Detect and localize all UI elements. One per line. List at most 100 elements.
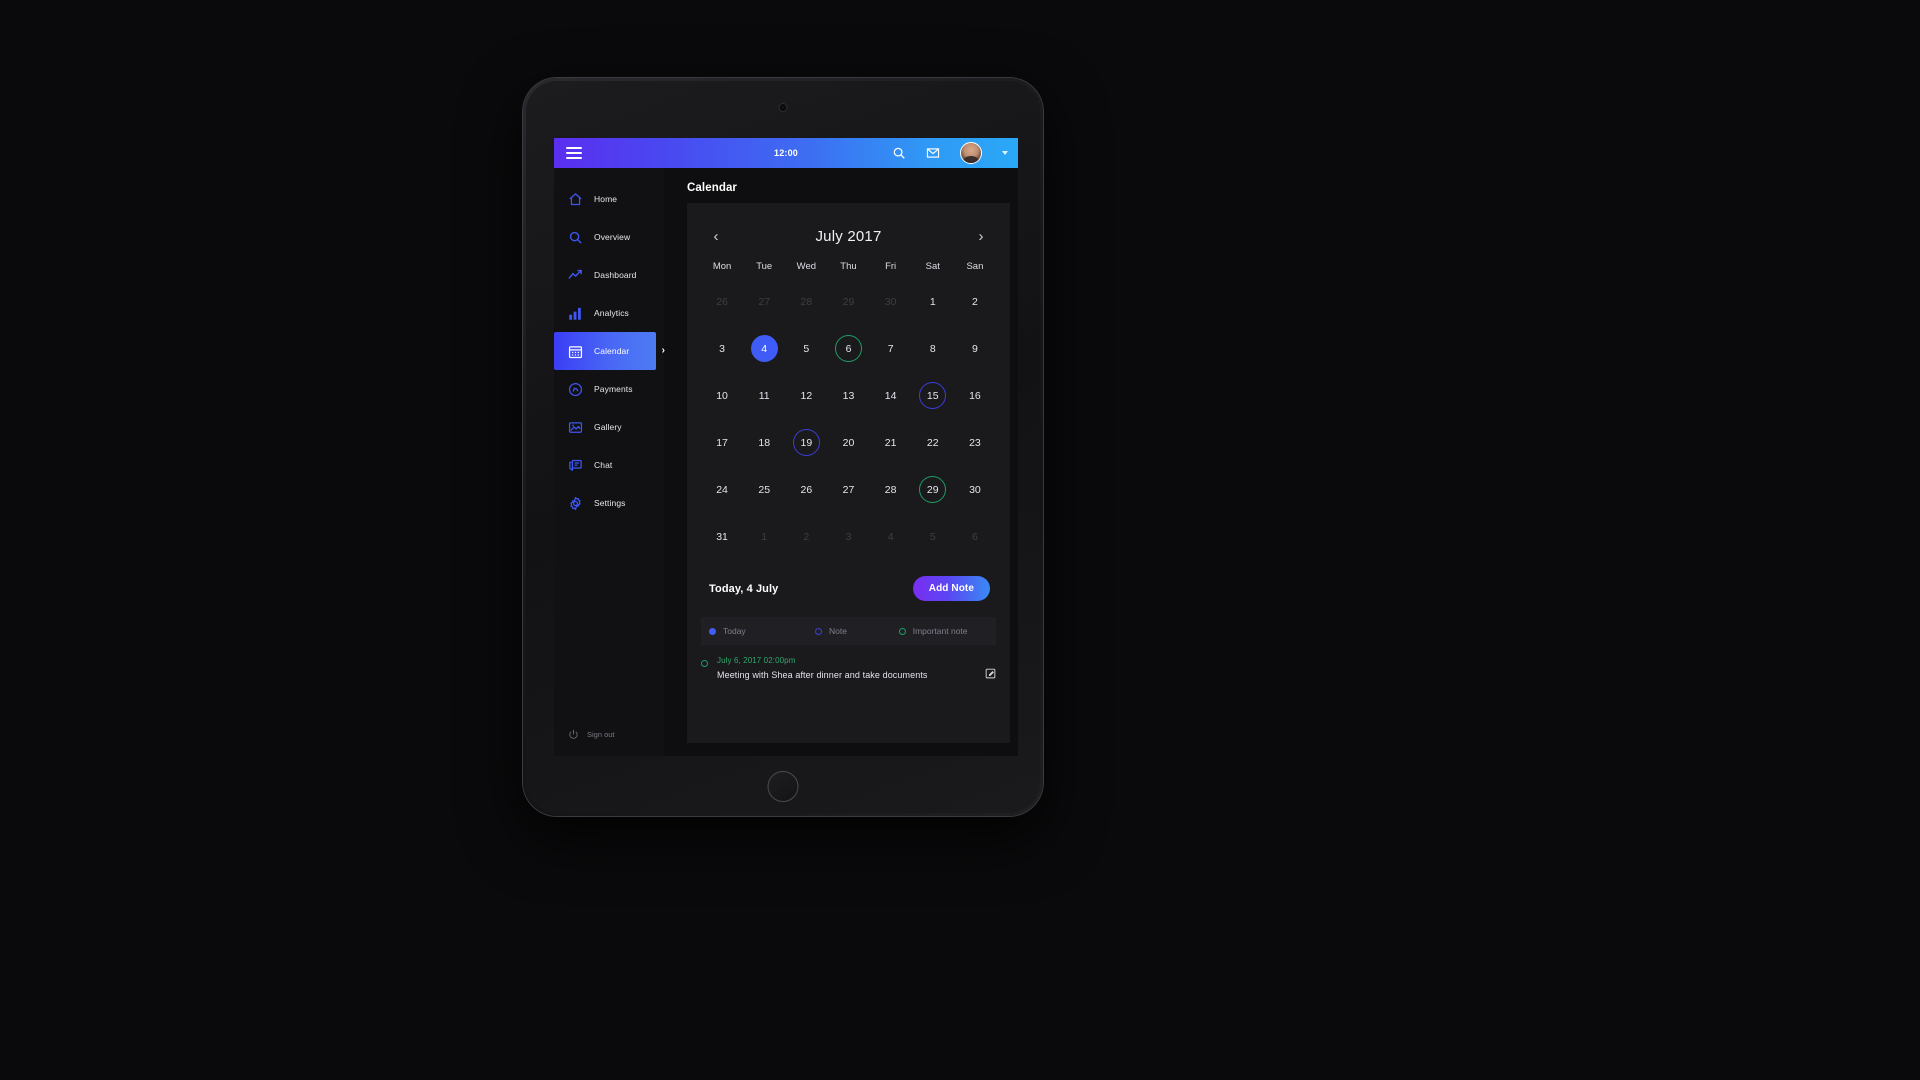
weekday-header: Mon Tue Wed Thu Fri Sat San (687, 245, 1010, 272)
sidebar-item-calendar[interactable]: Calendar › (554, 332, 665, 370)
note-text: Meeting with Shea after dinner and take … (717, 670, 928, 680)
sidebar-item-analytics[interactable]: Analytics (554, 294, 664, 332)
next-month-button[interactable]: › (972, 227, 990, 245)
sidebar-item-gallery[interactable]: Gallery (554, 408, 664, 446)
calendar-day[interactable]: 21 (870, 419, 912, 466)
calendar-day-number: 11 (758, 389, 770, 402)
calendar-day-number: 30 (884, 295, 897, 308)
sidebar-item-label: Overview (594, 232, 631, 242)
sign-out-button[interactable]: Sign out (568, 729, 615, 740)
calendar-day[interactable]: 17 (701, 419, 743, 466)
calendar-day-number: 14 (884, 389, 897, 402)
calendar-day[interactable]: 6 (954, 513, 996, 560)
calendar-day[interactable]: 25 (743, 466, 785, 513)
edit-icon[interactable] (985, 668, 996, 679)
calendar-day[interactable]: 5 (912, 513, 954, 560)
sidebar-item-label: Payments (594, 384, 633, 394)
calendar-day-number: 18 (758, 436, 771, 449)
calendar-day-number: 8 (929, 342, 936, 355)
calendar-day[interactable]: 2 (785, 513, 827, 560)
calendar-day[interactable]: 15 (912, 372, 954, 419)
sign-out-label: Sign out (587, 730, 615, 739)
chat-icon (568, 458, 583, 473)
calendar-day[interactable]: 27 (743, 278, 785, 325)
image-icon (568, 420, 583, 435)
weekday-label: Wed (796, 261, 817, 272)
calendar-day[interactable]: 1 (743, 513, 785, 560)
sidebar-item-home[interactable]: Home (554, 180, 664, 218)
calendar-day[interactable]: 23 (954, 419, 996, 466)
power-icon (568, 729, 579, 740)
calendar-day[interactable]: 9 (954, 325, 996, 372)
calendar-day-number: 21 (884, 436, 897, 449)
chevron-down-icon[interactable] (1002, 151, 1008, 155)
calendar-day[interactable]: 28 (870, 466, 912, 513)
sidebar-item-settings[interactable]: Settings (554, 484, 664, 522)
calendar-day-number: 17 (716, 436, 728, 449)
calendar-day-number: 12 (800, 389, 813, 402)
sidebar: Home Overview Dashboard Analytics Calend… (554, 168, 665, 756)
envelope-icon[interactable] (926, 146, 940, 160)
calendar-day[interactable]: 28 (785, 278, 827, 325)
calendar-day-number: 4 (750, 335, 778, 362)
calendar-day-number: 31 (716, 530, 728, 543)
search-icon[interactable] (892, 146, 906, 160)
calendar-day[interactable]: 8 (912, 325, 954, 372)
calendar-day[interactable]: 10 (701, 372, 743, 419)
calendar-day[interactable]: 3 (701, 325, 743, 372)
calendar-day[interactable]: 29 (827, 278, 869, 325)
calendar-day[interactable]: 20 (827, 419, 869, 466)
calendar-day[interactable]: 12 (785, 372, 827, 419)
calendar-day[interactable]: 6 (827, 325, 869, 372)
calendar-day[interactable]: 26 (701, 278, 743, 325)
calendar-day-number: 29 (919, 476, 947, 503)
add-note-button[interactable]: Add Note (912, 576, 990, 601)
calendar-day[interactable]: 14 (870, 372, 912, 419)
sidebar-item-payments[interactable]: Payments (554, 370, 664, 408)
calendar-day-number: 3 (719, 342, 725, 355)
legend-label: Important note (912, 626, 968, 636)
note-item[interactable]: July 6, 2017 02:00pm Meeting with Shea a… (687, 645, 1010, 680)
calendar-day[interactable]: 4 (743, 325, 785, 372)
calendar-day-number: 4 (887, 530, 894, 543)
calendar-day-number: 2 (803, 530, 810, 543)
weekday-label: Thu (840, 261, 857, 272)
app-body: Home Overview Dashboard Analytics Calend… (554, 168, 1018, 756)
sidebar-item-chat[interactable]: Chat (554, 446, 664, 484)
calendar-day-number: 22 (926, 436, 939, 449)
calendar-day[interactable]: 24 (701, 466, 743, 513)
calendar-day[interactable]: 30 (954, 466, 996, 513)
calendar-day[interactable]: 1 (912, 278, 954, 325)
calendar-day[interactable]: 2 (954, 278, 996, 325)
note-body: July 6, 2017 02:00pm Meeting with Shea a… (717, 656, 976, 680)
sidebar-item-dashboard[interactable]: Dashboard (554, 256, 664, 294)
calendar-day[interactable]: 3 (827, 513, 869, 560)
calendar-day[interactable]: 11 (743, 372, 785, 419)
sidebar-item-overview[interactable]: Overview (554, 218, 664, 256)
calendar-day-number: 23 (969, 436, 981, 449)
calendar-day[interactable]: 27 (827, 466, 869, 513)
hamburger-icon[interactable] (566, 147, 582, 159)
calendar-card: ‹ July 2017 › Mon Tue Wed Thu Fri Sat San 26 27… (687, 203, 1010, 743)
calendar-day[interactable]: 16 (954, 372, 996, 419)
calendar-day[interactable]: 29 (912, 466, 954, 513)
home-button[interactable] (767, 771, 799, 802)
calendar-day-number: 16 (969, 389, 981, 402)
prev-month-button[interactable]: ‹ (707, 227, 725, 245)
calendar-day[interactable]: 18 (743, 419, 785, 466)
calendar-day[interactable]: 4 (870, 513, 912, 560)
calendar-day[interactable]: 5 (785, 325, 827, 372)
important-note-marker-icon (701, 660, 708, 667)
screenshot-stage: 12:00 Home Overview Dashboard Analytics … (0, 0, 1920, 1080)
legend-item: Important note (898, 626, 968, 636)
calendar-day[interactable]: 7 (870, 325, 912, 372)
home-icon (568, 192, 583, 207)
calendar-day[interactable]: 31 (701, 513, 743, 560)
calendar-day[interactable]: 30 (870, 278, 912, 325)
calendar-day[interactable]: 26 (785, 466, 827, 513)
calendar-day[interactable]: 22 (912, 419, 954, 466)
avatar[interactable] (960, 142, 982, 164)
calendar-day[interactable]: 19 (785, 419, 827, 466)
calendar-day-number: 24 (716, 483, 728, 496)
calendar-day[interactable]: 13 (827, 372, 869, 419)
